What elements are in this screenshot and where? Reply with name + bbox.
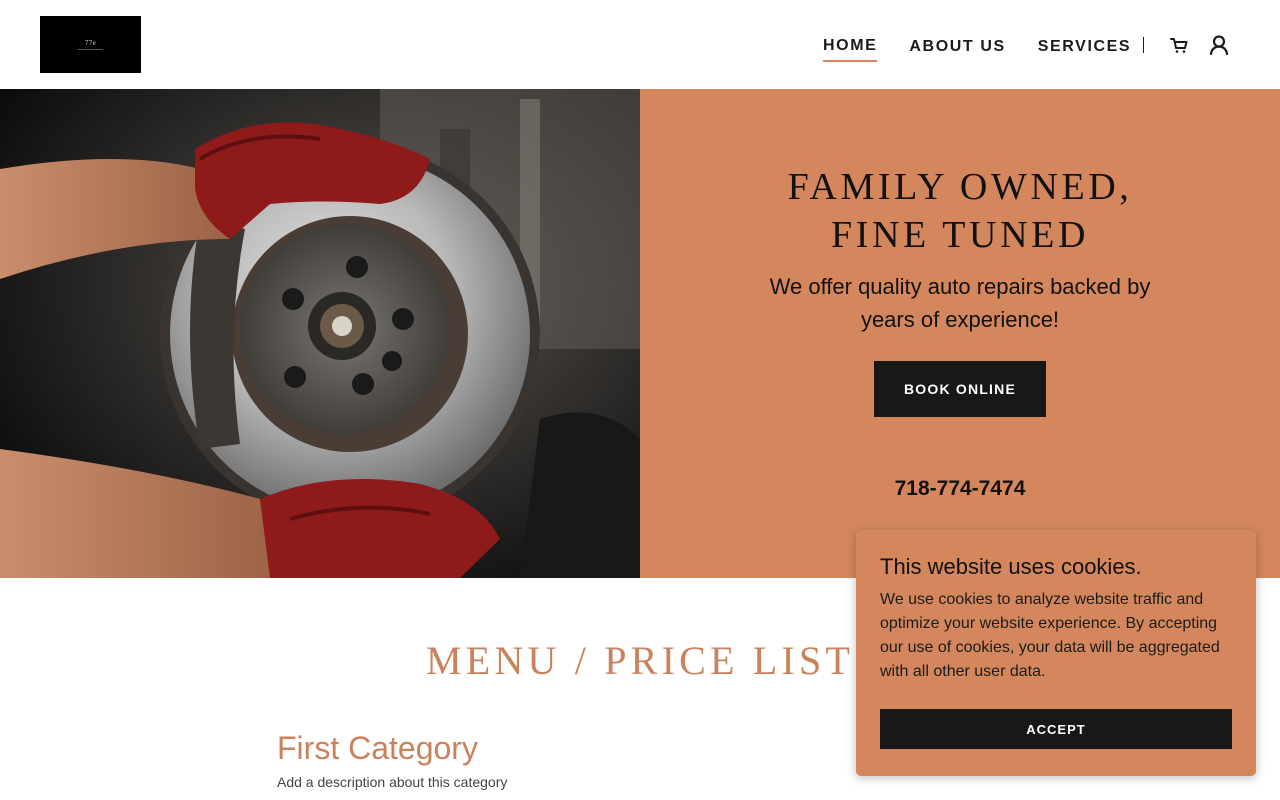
hero-section: FAMILY OWNED, FINE TUNED We offer qualit…: [0, 89, 1280, 578]
cookie-banner-title: This website uses cookies.: [880, 554, 1142, 579]
brake-rotor-illustration: [0, 89, 640, 578]
cookie-banner: This website uses cookies. We use cookie…: [856, 530, 1256, 776]
cookie-banner-text: We use cookies to analyze website traffi…: [880, 591, 1220, 680]
site-header: 77e HOME ABOUT US SERVICES: [0, 0, 1280, 89]
nav-services[interactable]: SERVICES: [1038, 37, 1131, 61]
user-icon: [1209, 35, 1229, 56]
category-title: First Category: [277, 730, 478, 766]
account-button[interactable]: [1207, 33, 1231, 57]
nav-divider: [1143, 37, 1144, 53]
hero-title: FAMILY OWNED, FINE TUNED: [640, 163, 1280, 259]
cart-icon: [1170, 38, 1188, 53]
book-online-button[interactable]: BOOK ONLINE: [874, 361, 1046, 417]
nav-home[interactable]: HOME: [823, 36, 878, 62]
main-nav: HOME ABOUT US SERVICES: [823, 36, 1131, 62]
cart-button[interactable]: [1167, 33, 1191, 57]
accept-cookies-button[interactable]: ACCEPT: [880, 709, 1232, 749]
site-logo[interactable]: 77e: [40, 16, 141, 73]
hero-subtitle: We offer quality auto repairs backed by …: [769, 274, 1151, 332]
hero-title-line-1: FAMILY OWNED,: [787, 166, 1133, 208]
phone-number-link[interactable]: 718-774-7474: [640, 477, 1280, 501]
hero-panel: FAMILY OWNED, FINE TUNED We offer qualit…: [640, 89, 1280, 578]
category-description: Add a description about this category: [277, 774, 508, 790]
hero-title-line-2: FINE TUNED: [830, 214, 1089, 256]
hero-image: [0, 89, 640, 578]
logo-underline: [78, 49, 103, 50]
logo-text: 77e: [84, 38, 96, 47]
nav-about-us[interactable]: ABOUT US: [909, 37, 1005, 61]
